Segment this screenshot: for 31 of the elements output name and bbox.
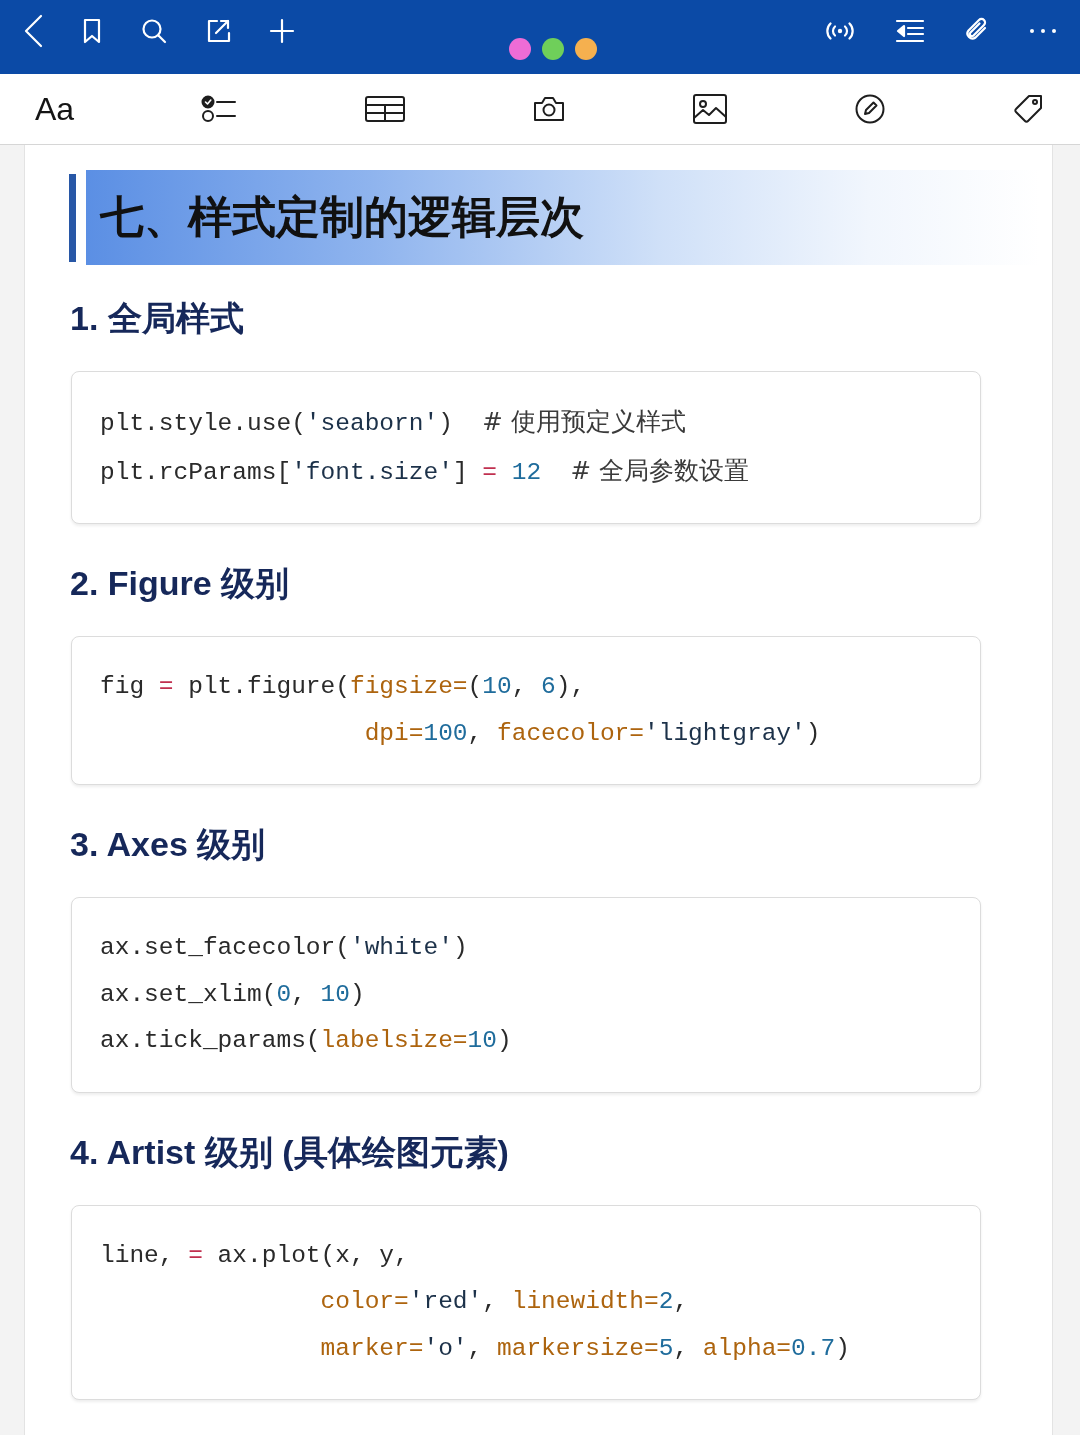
section-heading: 3. Axes 级别 bbox=[70, 824, 266, 864]
code-line: plt.rcParams['font.size'] = 12 # 全局参数设置 bbox=[100, 454, 749, 488]
code-line: line, = ax.plot(x, y, bbox=[100, 1240, 409, 1271]
camera-icon[interactable] bbox=[532, 95, 567, 123]
code-line: ax.tick_params(labelsize=10) bbox=[100, 1026, 512, 1056]
search-icon[interactable] bbox=[140, 17, 168, 45]
code-line: dpi=100, facecolor='lightgray') bbox=[364, 718, 821, 749]
back-icon[interactable] bbox=[22, 13, 44, 49]
image-icon[interactable] bbox=[693, 94, 728, 124]
plus-icon[interactable] bbox=[268, 17, 296, 45]
code-line: ax.set_facecolor('white') bbox=[100, 933, 468, 963]
section-heading: 2. Figure 级别 bbox=[70, 563, 290, 603]
code-line: plt.style.use('seaborn') # 使用预定义样式 bbox=[100, 406, 686, 439]
color-dot[interactable] bbox=[575, 38, 597, 60]
checklist-icon[interactable] bbox=[201, 95, 238, 123]
color-dot[interactable] bbox=[542, 38, 564, 60]
section-heading: 4. Artist 级别 (具体绘图元素) bbox=[70, 1131, 509, 1172]
text-format-button[interactable]: Aa bbox=[35, 93, 75, 125]
section-heading: 1. 全局样式 bbox=[70, 298, 244, 338]
code-line: marker='o', markersize=5, alpha=0.7) bbox=[320, 1333, 850, 1364]
code-line: fig = plt.figure(figsize=(10, 6), bbox=[100, 672, 586, 702]
chapter-title: 七、样式定制的逻辑层次 bbox=[100, 193, 584, 242]
more-icon[interactable] bbox=[1029, 28, 1057, 34]
code-line: ax.set_xlim(0, 10) bbox=[100, 979, 365, 1010]
broadcast-icon[interactable] bbox=[823, 22, 857, 40]
tag-icon[interactable] bbox=[1011, 93, 1044, 125]
pencil-circle-icon[interactable] bbox=[854, 94, 885, 124]
code-line: color='red', linewidth=2, bbox=[320, 1287, 689, 1317]
color-dot[interactable] bbox=[509, 38, 531, 60]
outdent-icon[interactable] bbox=[895, 18, 925, 44]
table-icon[interactable] bbox=[364, 96, 405, 122]
